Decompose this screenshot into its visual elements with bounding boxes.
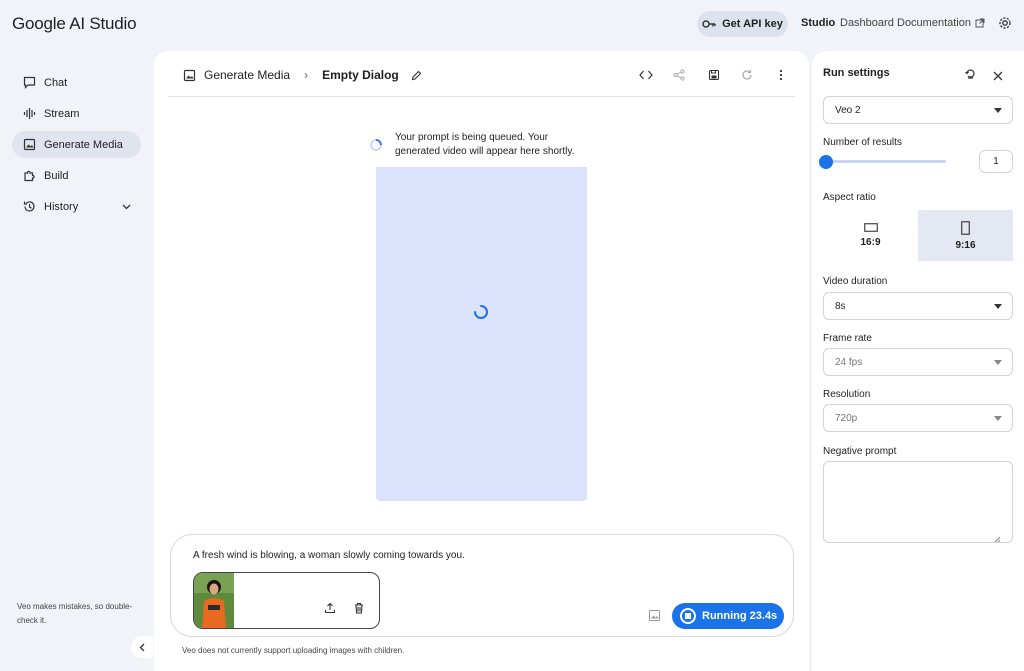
code-icon[interactable]	[638, 67, 654, 83]
reset-settings-icon[interactable]	[964, 67, 977, 85]
model-select[interactable]: Veo 2	[823, 96, 1013, 124]
video-loading-spinner-icon	[473, 304, 489, 325]
share-icon[interactable]	[671, 67, 687, 83]
portrait-icon	[961, 220, 970, 235]
upload-footnote: Veo does not currently support uploading…	[182, 646, 405, 655]
sidebar-item-label: Build	[44, 169, 69, 182]
sidebar-disclaimer: Veo makes mistakes, so double-check it.	[17, 602, 133, 625]
media-icon	[183, 69, 196, 81]
aspect-option-label: 9:16	[955, 239, 976, 251]
key-icon	[702, 20, 716, 28]
aspect-ratio-label: Aspect ratio	[823, 192, 876, 203]
results-label: Number of results	[823, 137, 902, 148]
nav-dashboard[interactable]: Dashboard	[840, 17, 894, 29]
resolution-select-value: 720p	[835, 412, 858, 424]
add-image-icon[interactable]	[648, 609, 661, 627]
aspect-option-label: 16:9	[860, 237, 881, 248]
stop-icon	[680, 608, 696, 624]
more-vert-icon[interactable]	[773, 67, 789, 83]
sidebar-item-label: History	[44, 200, 79, 213]
results-slider-track[interactable]	[826, 160, 946, 163]
duration-select-value: 8s	[835, 300, 846, 312]
chevron-right-icon: ›	[304, 68, 309, 82]
dropdown-caret-icon	[994, 108, 1002, 113]
results-slider-thumb[interactable]	[819, 155, 833, 169]
frame-rate-select-value: 24 fps	[835, 356, 863, 368]
negative-prompt-input[interactable]	[823, 461, 1013, 543]
settings-gear-icon[interactable]	[998, 16, 1012, 35]
results-number-input[interactable]: 1	[979, 150, 1013, 173]
sidebar-item-history[interactable]: History	[12, 193, 141, 220]
negative-prompt-label: Negative prompt	[823, 446, 897, 457]
loading-spinner-icon	[369, 138, 383, 157]
nav-documentation-label: Documentation	[897, 17, 971, 29]
sidebar-item-generate-media[interactable]: Generate Media	[12, 131, 141, 158]
dropdown-caret-icon	[994, 304, 1002, 309]
aspect-option-16-9[interactable]: 16:9	[823, 210, 918, 261]
breadcrumb: Generate Media › Empty Dialog	[183, 68, 422, 82]
delete-icon[interactable]	[353, 601, 365, 619]
nav-documentation[interactable]: Documentation	[897, 17, 985, 29]
dialog-title: Empty Dialog	[322, 68, 399, 82]
duration-label: Video duration	[823, 276, 888, 287]
chevron-left-icon	[139, 643, 145, 651]
sidebar-item-stream[interactable]: Stream	[12, 100, 141, 127]
frame-rate-label: Frame rate	[823, 333, 872, 344]
app-logo: Google AI Studio	[12, 14, 137, 33]
resize-grip-icon[interactable]	[994, 530, 1001, 548]
resolution-select[interactable]: 720p	[823, 404, 1013, 432]
chat-icon	[23, 76, 36, 89]
sidebar-item-label: Generate Media	[44, 138, 123, 151]
aspect-option-9-16[interactable]: 9:16	[918, 210, 1013, 261]
duration-select[interactable]: 8s	[823, 292, 1013, 320]
media-icon	[23, 138, 36, 151]
get-api-key-label: Get API key	[722, 18, 783, 30]
upload-icon[interactable]	[324, 601, 336, 619]
history-icon	[23, 201, 35, 212]
external-link-icon	[975, 18, 985, 28]
chevron-down-icon	[122, 204, 131, 209]
sidebar-item-label: Chat	[44, 76, 68, 89]
nav-studio[interactable]: Studio	[801, 17, 835, 29]
get-api-key-button[interactable]: Get API key	[697, 11, 788, 37]
dropdown-caret-icon	[994, 416, 1002, 421]
puzzle-icon	[24, 170, 35, 182]
dropdown-caret-icon	[994, 360, 1002, 365]
model-select-value: Veo 2	[835, 104, 861, 116]
close-icon[interactable]	[993, 68, 1003, 86]
resolution-label: Resolution	[823, 389, 871, 400]
sidebar-item-label: Stream	[44, 107, 80, 120]
frame-rate-select[interactable]: 24 fps	[823, 348, 1013, 376]
sidebar-item-chat[interactable]: Chat	[12, 69, 141, 96]
save-icon[interactable]	[706, 67, 722, 83]
waveform-icon	[23, 108, 36, 119]
attached-image-thumbnail[interactable]	[194, 573, 234, 628]
collapse-sidebar-button[interactable]	[131, 636, 153, 658]
pencil-icon[interactable]	[411, 70, 422, 81]
sidebar-item-build[interactable]: Build	[12, 162, 141, 189]
queue-message: Your prompt is being queued. Your genera…	[395, 132, 575, 157]
breadcrumb-section[interactable]: Generate Media	[204, 68, 290, 82]
refresh-icon[interactable]	[739, 67, 755, 83]
header-divider	[168, 96, 795, 97]
run-settings-title: Run settings	[823, 67, 890, 79]
run-button-label: Running 23.4s	[702, 610, 778, 622]
video-placeholder	[376, 167, 587, 501]
run-button[interactable]: Running 23.4s	[672, 603, 784, 629]
landscape-icon	[863, 223, 878, 232]
prompt-input[interactable]: A fresh wind is blowing, a woman slowly …	[193, 550, 465, 561]
